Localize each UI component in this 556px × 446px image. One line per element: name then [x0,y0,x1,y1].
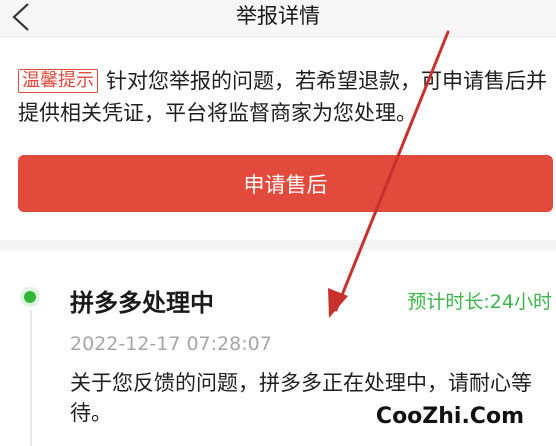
section-divider [0,240,556,250]
status-dot [20,287,40,307]
watermark: CooZhi.Com [375,404,524,429]
estimated-time: 预计时长:24小时 [407,291,552,313]
status-timestamp: 2022-12-17 07:28:07 [70,333,272,355]
tip-tag: 温馨提示 [18,69,98,93]
timeline-line [30,310,32,446]
apply-after-sale-button[interactable]: 申请售后 [18,155,553,212]
page-title: 举报详情 [236,4,320,28]
notice-text-block: 温馨提示 针对您举报的问题，若希望退款，可申请售后并提供相关凭证，平台将监督商家为… [18,65,548,129]
nav-bar: 举报详情 [0,0,556,37]
status-title: 拼多多处理中 [70,289,214,317]
